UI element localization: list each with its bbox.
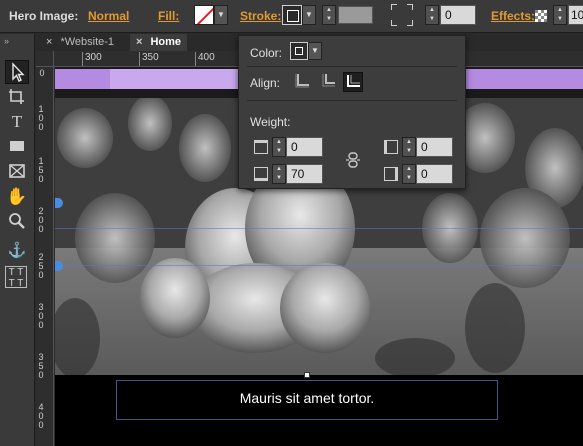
left-weight-input[interactable]: 0 — [416, 137, 453, 157]
guide-line[interactable] — [55, 265, 583, 266]
tools-panel: » T ✋ ⚓ T TT T — [0, 34, 35, 446]
state-dropdown-link[interactable]: Normal — [88, 9, 129, 23]
ruler-tick: 200 — [38, 206, 44, 234]
align-label: Align: — [250, 76, 281, 90]
align-outside-stroke-icon[interactable] — [343, 72, 363, 92]
ruler-tick: 300 — [82, 52, 102, 66]
ruler-tick: 150 — [38, 156, 44, 184]
rectangle-tool-icon[interactable] — [5, 135, 29, 159]
bottom-weight-spinner[interactable]: ▲ ▼ — [272, 164, 286, 184]
tab-label: *Website-1 — [60, 36, 115, 48]
opacity-checker-icon — [535, 10, 547, 22]
top-weight-spinner[interactable]: ▲ ▼ — [272, 137, 286, 157]
resize-handle[interactable] — [304, 372, 310, 378]
ruler-tick: 350 — [38, 352, 44, 380]
ruler-tick: 400 — [38, 402, 44, 430]
stroke-spinner[interactable]: ▲ ▼ — [322, 5, 336, 25]
divider — [247, 100, 457, 101]
align-inside-stroke-icon[interactable] — [318, 72, 338, 92]
bottom-weight-input[interactable]: 70 — [286, 164, 323, 184]
stroke-color-dropdown[interactable]: ▼ — [308, 42, 322, 60]
anchor-icon[interactable]: ⚓ — [5, 239, 29, 263]
ruler-corner — [36, 51, 54, 67]
weight-label: Weight: — [250, 115, 291, 129]
caption-text[interactable]: Mauris sit amet tortor. — [116, 390, 498, 406]
collapse-panel-icon[interactable]: » — [4, 36, 9, 46]
bottom-weight-icon — [254, 167, 268, 181]
stroke-swatch[interactable] — [282, 5, 302, 25]
text-tool-icon[interactable]: T — [5, 110, 29, 134]
tab-website-1[interactable]: × *Website-1 — [40, 34, 120, 51]
guide-line[interactable] — [55, 228, 583, 229]
crop-tool-icon[interactable] — [5, 85, 29, 109]
tab-label: Home — [150, 36, 181, 48]
opacity-spinner[interactable]: ▲ ▼ — [553, 5, 567, 25]
ruler-tick: 300 — [38, 302, 44, 330]
frame-tool-icon[interactable] — [5, 160, 29, 184]
stroke-label[interactable]: Stroke: — [240, 9, 281, 23]
corner-radius-spinner[interactable]: ▲ ▼ — [425, 5, 439, 25]
ruler-tick: 250 — [38, 252, 44, 280]
stroke-options-panel: Color: ▼ Align: Weight: ▲ ▼ 0 ▲ ▼ 70 ▲ ▼ 0 … — [238, 35, 466, 189]
close-tab-icon[interactable]: × — [46, 36, 52, 48]
text-frame-icon[interactable]: T TT T — [5, 266, 27, 289]
tab-home[interactable]: × Home — [130, 34, 187, 51]
link-weights-icon[interactable] — [345, 151, 361, 169]
stroke-dropdown-button[interactable]: ▼ — [302, 5, 316, 25]
divider — [247, 66, 457, 67]
fill-label[interactable]: Fill: — [158, 9, 179, 23]
element-name-label: Hero Image: — [9, 9, 79, 23]
left-weight-icon — [384, 140, 398, 154]
left-weight-spinner[interactable]: ▲ ▼ — [402, 137, 416, 157]
close-tab-icon[interactable]: × — [136, 36, 142, 48]
hand-tool-icon[interactable]: ✋ — [5, 185, 29, 209]
ruler-tick: 350 — [139, 52, 159, 66]
corner-radius-input[interactable]: 0 — [440, 5, 476, 25]
top-weight-input[interactable]: 0 — [286, 137, 323, 157]
ruler-tick: 400 — [195, 52, 215, 66]
opacity-input[interactable]: 100% — [568, 5, 583, 25]
selection-tool-icon[interactable] — [5, 60, 29, 84]
control-bar: Hero Image: Normal Fill: ▼ Stroke: ▼ ▲ ▼ … — [0, 0, 583, 33]
fill-dropdown-button[interactable]: ▼ — [214, 5, 228, 25]
stroke-weight-field[interactable] — [338, 6, 373, 24]
effects-label[interactable]: Effects: — [491, 9, 535, 23]
ruler-tick: 100 — [38, 104, 44, 132]
fill-swatch[interactable] — [194, 5, 214, 25]
stroke-color-swatch[interactable] — [290, 42, 308, 60]
right-weight-input[interactable]: 0 — [416, 164, 453, 184]
color-label: Color: — [250, 46, 283, 60]
zoom-tool-icon[interactable] — [5, 210, 29, 234]
ruler-tick: 0 — [39, 68, 45, 78]
top-weight-icon — [254, 140, 268, 154]
vertical-ruler[interactable]: 0 100 150 200 250 300 350 400 — [36, 67, 54, 446]
right-weight-icon — [384, 167, 398, 181]
corner-radius-icon — [391, 4, 413, 26]
right-weight-spinner[interactable]: ▲ ▼ — [402, 164, 416, 184]
align-center-stroke-icon[interactable] — [292, 72, 312, 92]
